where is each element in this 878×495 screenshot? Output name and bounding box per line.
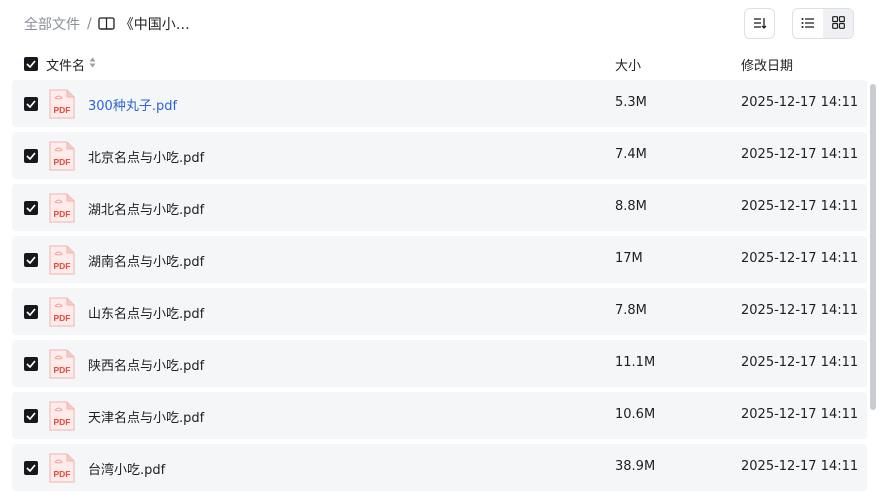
file-name-link[interactable]: 湖南名点与小吃.pdf xyxy=(88,251,204,270)
book-icon xyxy=(98,17,115,31)
grid-view-icon xyxy=(831,14,845,33)
row-checkbox[interactable] xyxy=(24,149,38,163)
list-view-button[interactable] xyxy=(793,9,823,38)
svg-text:PDF: PDF xyxy=(54,469,71,479)
file-name-link[interactable]: 300种丸子.pdf xyxy=(88,95,177,114)
file-row[interactable]: PDF 湖北名点与小吃.pdf 8.8M 2025-12-17 14:11 xyxy=(12,184,867,231)
sort-caret-icon xyxy=(89,57,96,72)
row-checkbox[interactable] xyxy=(24,461,38,475)
breadcrumb-separator: / xyxy=(87,16,92,32)
file-modified-date: 2025-12-17 14:11 xyxy=(741,303,859,318)
svg-text:PDF: PDF xyxy=(54,157,71,167)
pdf-file-icon: PDF xyxy=(49,141,75,171)
file-name-link[interactable]: 台湾小吃.pdf xyxy=(88,459,165,478)
file-size: 11.1M xyxy=(615,355,656,370)
file-size: 8.8M xyxy=(615,199,647,214)
file-size: 10.6M xyxy=(615,407,656,422)
column-header-modified[interactable]: 修改日期 xyxy=(741,55,793,74)
pdf-file-icon: PDF xyxy=(49,401,75,431)
svg-text:PDF: PDF xyxy=(54,313,71,323)
file-browser: 全部文件 / 《中国小… 文件名 大小 修改日期 PDF 300种丸子.pdf … xyxy=(0,0,878,495)
row-checkbox[interactable] xyxy=(24,201,38,215)
file-size: 7.4M xyxy=(615,147,647,162)
row-checkbox[interactable] xyxy=(24,305,38,319)
breadcrumb-root-link[interactable]: 全部文件 xyxy=(24,14,80,34)
column-header-name[interactable]: 文件名 xyxy=(46,55,96,74)
file-name-link[interactable]: 陕西名点与小吃.pdf xyxy=(88,355,204,374)
file-size: 38.9M xyxy=(615,459,656,474)
file-modified-date: 2025-12-17 14:11 xyxy=(741,95,859,110)
row-checkbox[interactable] xyxy=(24,97,38,111)
vertical-scrollbar[interactable] xyxy=(870,84,876,410)
breadcrumb-current: 《中国小… xyxy=(119,17,190,33)
file-row[interactable]: PDF 山东名点与小吃.pdf 7.8M 2025-12-17 14:11 xyxy=(12,288,867,335)
svg-text:PDF: PDF xyxy=(54,417,71,427)
file-row[interactable]: PDF 300种丸子.pdf 5.3M 2025-12-17 14:11 xyxy=(12,80,867,127)
pdf-file-icon: PDF xyxy=(49,349,75,379)
file-list: PDF 300种丸子.pdf 5.3M 2025-12-17 14:11 PDF… xyxy=(12,80,867,495)
svg-text:PDF: PDF xyxy=(54,365,71,375)
file-name-link[interactable]: 天津名点与小吃.pdf xyxy=(88,407,204,426)
file-name-link[interactable]: 湖北名点与小吃.pdf xyxy=(88,199,204,218)
file-row[interactable]: PDF 天津名点与小吃.pdf 10.6M 2025-12-17 14:11 xyxy=(12,392,867,439)
row-checkbox[interactable] xyxy=(24,357,38,371)
file-row[interactable]: PDF 北京名点与小吃.pdf 7.4M 2025-12-17 14:11 xyxy=(12,132,867,179)
svg-text:PDF: PDF xyxy=(54,261,71,271)
sort-button[interactable] xyxy=(744,8,775,39)
file-row[interactable]: PDF 陕西名点与小吃.pdf 11.1M 2025-12-17 14:11 xyxy=(12,340,867,387)
pdf-file-icon: PDF xyxy=(49,193,75,223)
top-bar: 全部文件 / 《中国小… xyxy=(0,0,878,48)
file-size: 17M xyxy=(615,251,643,266)
file-row[interactable]: PDF 湖南名点与小吃.pdf 17M 2025-12-17 14:11 xyxy=(12,236,867,283)
file-size: 5.3M xyxy=(615,95,647,110)
row-checkbox[interactable] xyxy=(24,409,38,423)
file-name-link[interactable]: 山东名点与小吃.pdf xyxy=(88,303,204,322)
file-row[interactable]: PDF 台湾小吃.pdf 38.9M 2025-12-17 14:11 xyxy=(12,444,867,491)
file-modified-date: 2025-12-17 14:11 xyxy=(741,147,859,162)
pdf-file-icon: PDF xyxy=(49,245,75,275)
view-toggle xyxy=(792,8,854,39)
pdf-file-icon: PDF xyxy=(49,89,75,119)
breadcrumb: 全部文件 / 《中国小… xyxy=(24,12,190,36)
column-header-size[interactable]: 大小 xyxy=(615,55,641,74)
svg-text:PDF: PDF xyxy=(54,209,71,219)
file-modified-date: 2025-12-17 14:11 xyxy=(741,199,859,214)
table-header: 文件名 大小 修改日期 xyxy=(0,50,878,78)
file-name-link[interactable]: 北京名点与小吃.pdf xyxy=(88,147,204,166)
file-modified-date: 2025-12-17 14:11 xyxy=(741,251,859,266)
file-size: 7.8M xyxy=(615,303,647,318)
pdf-file-icon: PDF xyxy=(49,297,75,327)
file-modified-date: 2025-12-17 14:11 xyxy=(741,355,859,370)
grid-view-button[interactable] xyxy=(823,9,853,38)
file-modified-date: 2025-12-17 14:11 xyxy=(741,459,859,474)
row-checkbox[interactable] xyxy=(24,253,38,267)
select-all-checkbox[interactable] xyxy=(24,57,38,71)
column-header-name-label: 文件名 xyxy=(46,59,86,74)
list-view-icon xyxy=(801,14,815,33)
file-modified-date: 2025-12-17 14:11 xyxy=(741,407,859,422)
svg-text:PDF: PDF xyxy=(54,105,71,115)
sort-icon xyxy=(753,14,767,33)
pdf-file-icon: PDF xyxy=(49,453,75,483)
